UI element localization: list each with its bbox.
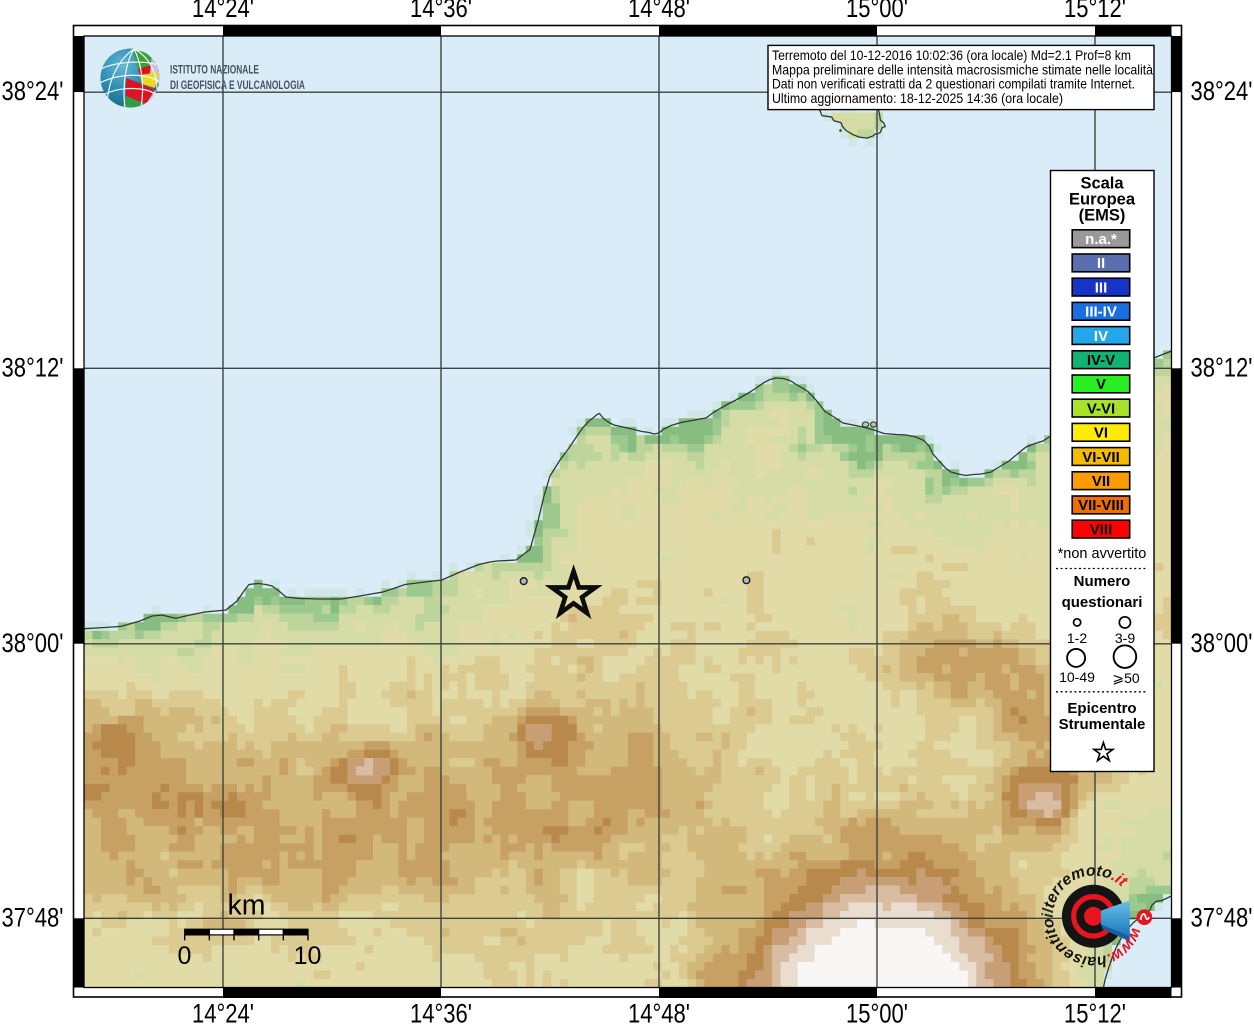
svg-text:VI: VI bbox=[1094, 425, 1108, 442]
svg-text:III-IV: III-IV bbox=[1085, 304, 1117, 321]
svg-text:15°00': 15°00' bbox=[846, 999, 908, 1024]
svg-text:Dati non verificati estratti d: Dati non verificati estratti da 2 questi… bbox=[772, 77, 1135, 92]
svg-text:n.a.*: n.a.* bbox=[1085, 231, 1117, 248]
svg-text:km: km bbox=[228, 889, 266, 921]
svg-text:Terremoto del 10-12-2016 10:02: Terremoto del 10-12-2016 10:02:36 (ora l… bbox=[772, 48, 1131, 63]
svg-text:ISTITUTO NAZIONALE: ISTITUTO NAZIONALE bbox=[170, 63, 259, 77]
svg-text:V-VI: V-VI bbox=[1087, 400, 1115, 417]
svg-text:38°24': 38°24' bbox=[2, 76, 64, 106]
svg-text:14°36': 14°36' bbox=[410, 999, 472, 1024]
svg-text:15°12': 15°12' bbox=[1064, 0, 1126, 23]
svg-text:38°00': 38°00' bbox=[1191, 628, 1253, 658]
svg-text:IV: IV bbox=[1094, 328, 1108, 345]
svg-text:III: III bbox=[1095, 279, 1108, 296]
svg-text:14°48': 14°48' bbox=[628, 0, 690, 23]
svg-text:DI GEOFISICA E VULCANOLOGIA: DI GEOFISICA E VULCANOLOGIA bbox=[170, 78, 305, 92]
svg-text:15°12': 15°12' bbox=[1064, 999, 1126, 1024]
svg-text:37°48': 37°48' bbox=[2, 902, 64, 932]
svg-text:15°00': 15°00' bbox=[846, 0, 908, 23]
svg-text:VIII: VIII bbox=[1090, 521, 1113, 538]
svg-text:Numero: Numero bbox=[1074, 573, 1131, 590]
svg-text:VII: VII bbox=[1092, 473, 1110, 490]
svg-text:(EMS): (EMS) bbox=[1079, 207, 1126, 225]
svg-text:14°24': 14°24' bbox=[192, 999, 254, 1024]
svg-text:14°36': 14°36' bbox=[410, 0, 472, 23]
svg-text:38°12': 38°12' bbox=[2, 352, 64, 382]
svg-text:Epicentro: Epicentro bbox=[1067, 700, 1136, 717]
svg-text:14°48': 14°48' bbox=[628, 999, 690, 1024]
svg-text:38°12': 38°12' bbox=[1191, 352, 1253, 382]
svg-text:VII-VIII: VII-VIII bbox=[1078, 497, 1124, 514]
svg-text:0: 0 bbox=[178, 942, 192, 970]
svg-text:II: II bbox=[1097, 255, 1105, 272]
svg-text:Ultimo aggiornamento: 18-12-20: Ultimo aggiornamento: 18-12-2025 14:36 (… bbox=[772, 91, 1063, 106]
svg-text:VI-VII: VI-VII bbox=[1082, 449, 1120, 466]
svg-text:10-49: 10-49 bbox=[1059, 669, 1095, 685]
svg-text:V: V bbox=[1096, 376, 1106, 393]
svg-text:Strumentale: Strumentale bbox=[1059, 716, 1146, 733]
svg-text:38°24': 38°24' bbox=[1191, 76, 1253, 106]
svg-text:1-2: 1-2 bbox=[1067, 630, 1087, 646]
svg-text:*non avvertito: *non avvertito bbox=[1058, 546, 1147, 562]
svg-text:questionari: questionari bbox=[1062, 594, 1143, 611]
svg-text:38°00': 38°00' bbox=[2, 628, 64, 658]
svg-text:IV-V: IV-V bbox=[1087, 352, 1115, 369]
svg-text:14°24': 14°24' bbox=[192, 0, 254, 23]
svg-text:3-9: 3-9 bbox=[1115, 630, 1135, 646]
svg-text:37°48': 37°48' bbox=[1191, 902, 1253, 932]
svg-text:Mappa preliminare delle intens: Mappa preliminare delle intensità macros… bbox=[772, 62, 1153, 77]
svg-text:⩾50: ⩾50 bbox=[1112, 670, 1140, 686]
svg-text:10: 10 bbox=[294, 942, 322, 970]
